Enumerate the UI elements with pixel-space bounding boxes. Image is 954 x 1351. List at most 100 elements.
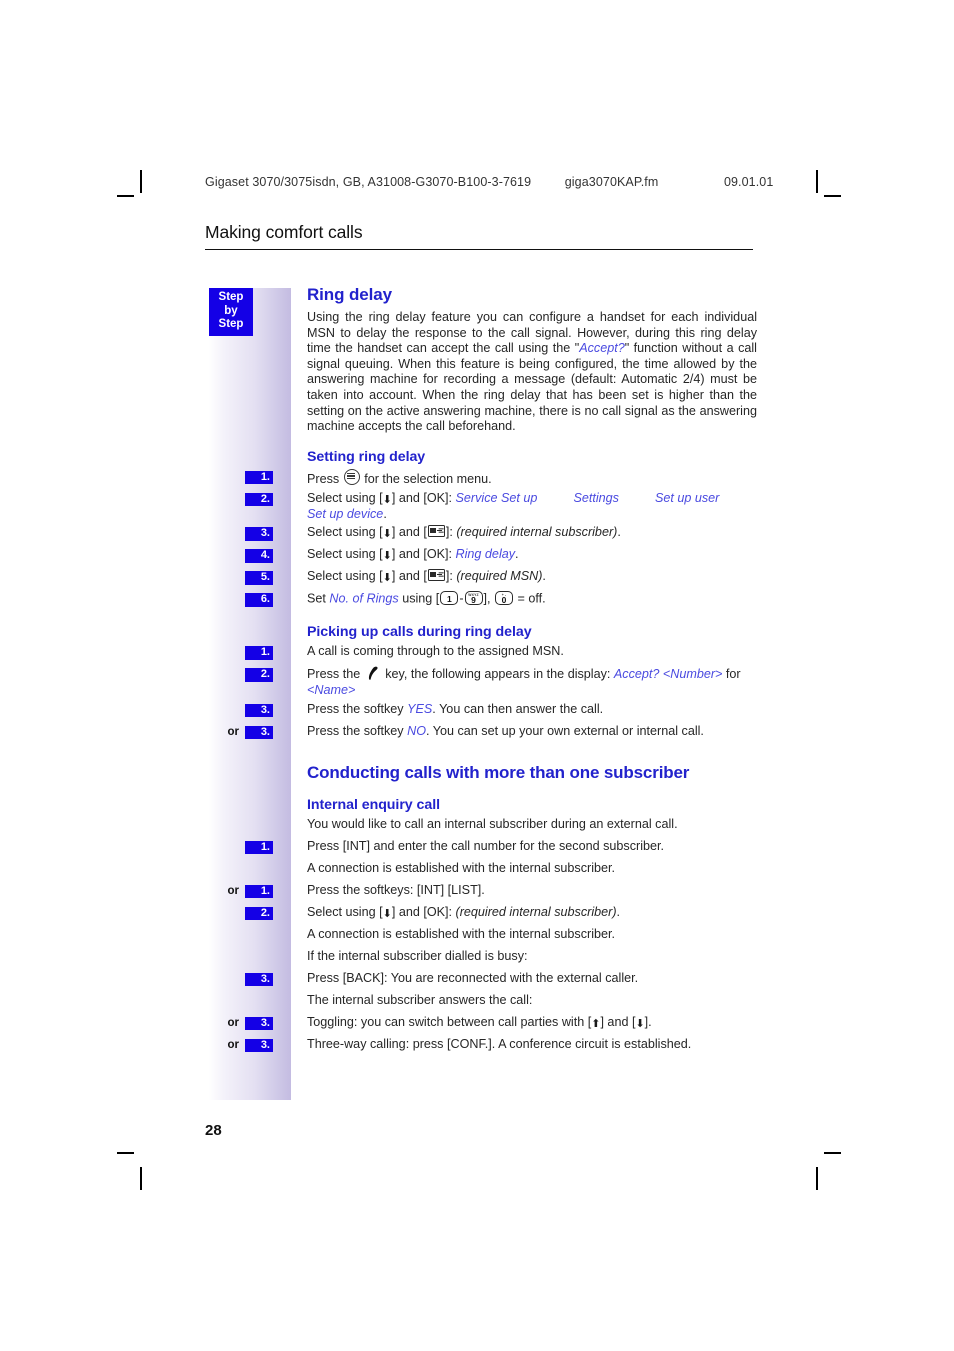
step-number-chip: 3. [245, 1016, 273, 1031]
step-text: A connection is established with the int… [307, 860, 616, 875]
step-by-step-line-1: Step [218, 291, 244, 303]
step-text: Press [INT] and enter the call number fo… [307, 838, 664, 853]
step-text: Select using [⬇] and [OK]: Ring delay. [307, 547, 757, 563]
step-text-mid: ] and [ [391, 525, 427, 540]
step-by-step-line-3: Step [218, 318, 244, 330]
step-text-mid: ] and [OK]: [391, 490, 456, 505]
step-text-trail: . You can then answer the call. [432, 701, 604, 716]
step-text-lead: Press the softkey [307, 723, 408, 738]
step-text: The internal subscriber answers the call… [307, 992, 533, 1007]
step-row: If the internal subscriber dialled is bu… [307, 949, 757, 968]
step-text: Three-way calling: press [CONF.]. A conf… [307, 1036, 692, 1051]
step-text-trail: . You can set up your own external or in… [425, 723, 704, 738]
down-arrow-icon: ⬇ [382, 550, 392, 563]
ring-delay-intro-paragraph: Using the ring delay feature you can con… [307, 310, 757, 435]
running-head-filename: giga3070KAP.fm [564, 175, 659, 189]
step-text: Press the softkey NO. You can set up you… [307, 724, 757, 740]
step-or-label: or [227, 884, 240, 897]
step-placeholder-text: (required internal subscriber) [456, 525, 618, 540]
down-arrow-icon: ⬇ [382, 572, 392, 585]
step-text: Set No. of Rings using [1- WXYZ 9], + -0 =… [307, 591, 757, 607]
step-row: or 3. Toggling: you can switch between c… [228, 1015, 757, 1034]
step-text: If the internal subscriber dialled is bu… [307, 948, 528, 963]
step-text: Press the key, the following appears in … [307, 666, 757, 699]
step-text-after: ], [483, 591, 495, 606]
step-number-chip: 5. [245, 571, 273, 585]
step-or-label: or [227, 1038, 240, 1051]
menu-path-item: Service Set up [455, 490, 538, 505]
step-text: Select using [⬇] and []: (required inter… [307, 525, 757, 541]
step-text: Select using [⬇] and []: (required MSN). [307, 569, 757, 585]
step-text-trail: . [616, 904, 621, 919]
crop-mark-top-left-horizontal [117, 195, 134, 197]
step-text: A connection is established with the int… [307, 926, 616, 941]
display-key-icon [427, 569, 445, 582]
step-number-chip: 3. [245, 703, 273, 718]
subsection-heading-setting-ring-delay: Setting ring delay [307, 448, 426, 465]
step-row: 2. Select using [⬇] and [OK]: (required … [245, 905, 757, 924]
menu-path-item: Settings [573, 490, 619, 505]
step-row: A connection is established with the int… [307, 927, 757, 946]
menu-path-item: Set up device [307, 506, 384, 521]
step-row: 1. Press for the selection menu. [245, 468, 757, 488]
phone-handset-icon [366, 666, 380, 681]
step-row: 4. Select using [⬇] and [OK]: Ring delay… [245, 547, 757, 566]
step-text-lead: Toggling: you can switch between call pa… [307, 1014, 592, 1029]
step-text: Toggling: you can switch between call pa… [307, 1015, 757, 1031]
step-placeholder-text: (required internal subscriber) [455, 904, 617, 919]
step-text: Press for the selection menu. [307, 468, 757, 488]
page-content: Ring delay Using the ring delay feature … [228, 285, 757, 1056]
step-row: 5. Select using [⬇] and []: (required MS… [245, 569, 757, 588]
step-number-chip: 4. [245, 549, 273, 563]
step-row: 1. A call is coming through to the assig… [245, 644, 757, 663]
menu-path-item: Set up user [654, 490, 720, 505]
display-key-icon [427, 525, 445, 538]
step-text-trail: . [542, 569, 546, 584]
step-row: 3. Press [BACK]: You are reconnected wit… [245, 970, 757, 990]
step-text-mid: ] and [ [391, 569, 427, 584]
step-text-trail: ]. [644, 1014, 652, 1029]
step-text-lead: Select using [ [307, 490, 383, 505]
step-text-mid: ] and [OK]: [391, 904, 456, 919]
step-row: The internal subscriber answers the call… [307, 993, 757, 1012]
step-number-chip: 1. [245, 840, 273, 855]
menu-item-ring-delay: Ring delay [455, 547, 516, 562]
step-text: You would like to call an internal subsc… [307, 816, 678, 831]
digit-key-superscript: + - [501, 592, 507, 597]
step-text-mid: key, the following appears in the displa… [381, 667, 614, 682]
digit-range-dash: - [459, 591, 464, 606]
step-row: 2. Select using [⬇] and [OK]: Service Se… [245, 490, 757, 523]
step-text: Select using [⬇] and [OK]: (required int… [307, 905, 757, 921]
step-text-lead: Set [307, 591, 330, 606]
step-text: Press the softkey YES. You can then answ… [307, 702, 757, 718]
digit-key-0-icon: + -0 [495, 591, 514, 606]
digit-key-superscript: WXYZ [468, 592, 479, 597]
step-text-lead: Press [307, 471, 343, 486]
steps-setting-ring-delay: 1. Press for the selection menu. 2. Sele… [245, 468, 757, 611]
softkey-yes-label: YES [407, 701, 433, 716]
step-row: 3. Press the softkey YES. You can then a… [245, 702, 757, 721]
menu-icon [343, 468, 360, 485]
step-text-mid: ] and [OK]: [391, 547, 456, 562]
step-text-mid: using [ [398, 591, 440, 606]
step-row: or 3. Three-way calling: press [CONF.]. … [228, 1036, 757, 1056]
running-head-date: 09.01.01 [723, 175, 774, 189]
display-text-accept-number: Accept? <Number> [613, 667, 723, 682]
step-row: or 3. Press the softkey NO. You can set … [228, 724, 757, 743]
crop-mark-bottom-left-vertical [140, 1167, 142, 1190]
step-placeholder-text: (required MSN) [456, 569, 543, 584]
step-number-chip: 1. [245, 470, 273, 485]
step-number-chip: 3. [245, 1038, 273, 1053]
step-row: You would like to call an internal subsc… [307, 817, 757, 836]
crop-mark-bottom-right-horizontal [824, 1152, 841, 1154]
subsection-heading-internal-enquiry-call: Internal enquiry call [307, 796, 440, 813]
running-head: Gigaset 3070/3075isdn, GB, A31008-G3070-… [205, 175, 825, 189]
step-text: Press [BACK]: You are reconnected with t… [307, 970, 639, 985]
step-by-step-tab: Step by Step [209, 288, 253, 336]
step-row: 1. Press [INT] and enter the call number… [245, 838, 757, 858]
page-number: 28 [205, 1122, 222, 1139]
step-text-after: ]: [445, 569, 457, 584]
crop-mark-top-left-vertical [140, 170, 142, 193]
setting-no-of-rings: No. of Rings [329, 591, 399, 606]
step-text-lead: Press the softkey [307, 701, 408, 716]
